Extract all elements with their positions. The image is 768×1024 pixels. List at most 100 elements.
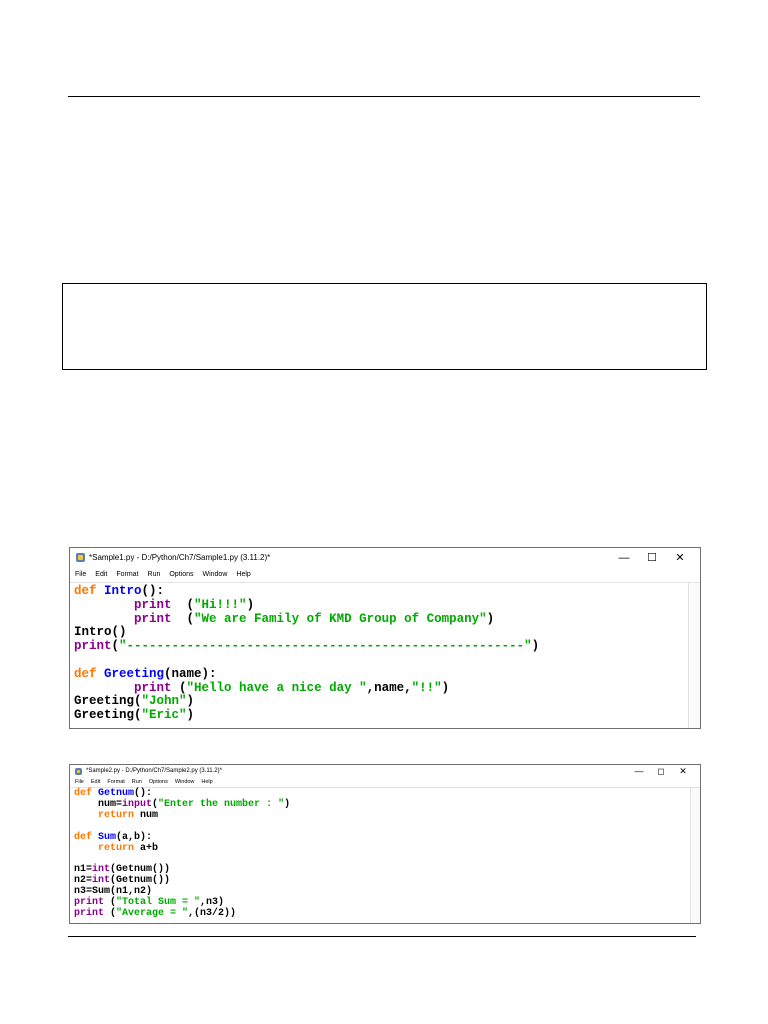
menu-bar: File Edit Format Run Options Window Help	[70, 777, 700, 787]
python-idle-icon	[75, 767, 82, 775]
menu-edit[interactable]: Edit	[95, 571, 107, 578]
code-token: n1=	[74, 864, 93, 876]
python-idle-icon	[76, 553, 85, 562]
code-token: num	[134, 809, 159, 821]
menu-options[interactable]: Options	[169, 571, 193, 578]
code-token: def	[74, 831, 99, 843]
code-token: n2=	[74, 875, 93, 887]
code-token: Intro()	[74, 625, 127, 640]
code-line: def Greeting(name):	[74, 666, 700, 682]
code-token: ,(n3/2))	[188, 907, 237, 919]
window-title: *Sample2.py - D:/Python/Ch7/Sample2.py (…	[86, 768, 222, 774]
code-token: )	[441, 680, 450, 695]
vertical-scrollbar[interactable]	[688, 583, 700, 728]
menu-file[interactable]: File	[75, 779, 84, 785]
code-line: return a+b	[74, 842, 700, 855]
code-line: n2=int(Getnum())	[74, 875, 700, 887]
code-token: input	[122, 798, 153, 810]
code-line: print("---------------------------------…	[74, 639, 700, 654]
menu-help[interactable]: Help	[236, 571, 250, 578]
close-icon[interactable]: ✕	[672, 766, 694, 777]
code-token: def	[74, 584, 105, 598]
code-token: Sum	[98, 831, 117, 843]
code-token: num=	[74, 798, 123, 810]
code-token: return	[98, 809, 135, 821]
menu-window[interactable]: Window	[175, 779, 195, 785]
code-token: (	[171, 611, 195, 626]
code-token: )	[246, 597, 255, 612]
code-token: "John"	[141, 694, 187, 709]
code-line: Greeting("Eric")	[74, 708, 700, 723]
maximize-icon[interactable]: ☐	[638, 551, 666, 564]
maximize-icon[interactable]: ◻	[650, 766, 672, 777]
code-token: print	[134, 597, 172, 612]
code-text: def Getnum(): num=input("Enter the numbe…	[70, 788, 700, 920]
code-token: (a,b):	[116, 831, 153, 843]
code-token: (Getnum())	[110, 875, 171, 887]
code-token: a+b	[134, 842, 159, 854]
code-token: ,n3)	[200, 897, 225, 909]
code-line: num=input("Enter the number : ")	[74, 798, 700, 811]
code-token: )	[186, 694, 195, 709]
bottom-rule	[68, 936, 696, 937]
code-line: print ("We are Family of KMD Group of Co…	[74, 611, 700, 627]
window-titlebar[interactable]: *Sample1.py - D:/Python/Ch7/Sample1.py (…	[70, 548, 700, 567]
minimize-icon[interactable]: —	[628, 766, 650, 776]
code-token: "Total Sum = "	[116, 897, 201, 909]
code-line: Greeting("John")	[74, 694, 700, 709]
code-line: def Sum(a,b):	[74, 831, 700, 844]
window-titlebar[interactable]: *Sample2.py - D:/Python/Ch7/Sample2.py (…	[70, 765, 700, 777]
menu-run[interactable]: Run	[148, 571, 161, 578]
window-controls: — ◻ ✕	[628, 765, 694, 777]
minimize-icon[interactable]: —	[610, 552, 638, 564]
code-line: print ("Hi!!!")	[74, 597, 700, 613]
menu-help[interactable]: Help	[201, 779, 212, 785]
menu-options[interactable]: Options	[149, 779, 168, 785]
menu-run[interactable]: Run	[132, 779, 142, 785]
code-token: Greeting	[104, 666, 165, 681]
code-token: (	[171, 680, 187, 695]
menu-window[interactable]: Window	[202, 571, 227, 578]
menu-file[interactable]: File	[75, 571, 86, 578]
code-token: "Eric"	[141, 708, 187, 723]
code-line: print ("Hello have a nice day ",name,"!!…	[74, 680, 700, 696]
code-token: ():	[141, 584, 165, 598]
code-line: return num	[74, 809, 700, 822]
code-token: (	[111, 639, 120, 654]
code-token: print	[74, 897, 105, 909]
menu-format[interactable]: Format	[107, 779, 124, 785]
menu-bar: File Edit Format Run Options Window Help	[70, 567, 700, 582]
code-token: (Getnum())	[110, 864, 171, 876]
close-icon[interactable]: ✕	[666, 551, 694, 564]
top-rule	[68, 96, 700, 97]
code-token: Getnum	[98, 788, 135, 799]
code-token: (	[104, 897, 117, 909]
code-text: def Intro(): print ("Hi!!!") print ("We …	[70, 583, 700, 723]
code-token: Intro	[104, 584, 142, 598]
vertical-scrollbar[interactable]	[690, 788, 700, 923]
menu-edit[interactable]: Edit	[91, 779, 100, 785]
code-editor[interactable]: def Getnum(): num=input("Enter the numbe…	[70, 787, 700, 923]
code-token: )	[186, 708, 195, 723]
code-line: ​	[74, 654, 700, 668]
code-token: "We are Family of KMD Group of Company"	[194, 611, 487, 626]
menu-format[interactable]: Format	[116, 571, 138, 578]
code-token: def	[74, 666, 105, 681]
code-editor[interactable]: def Intro(): print ("Hi!!!") print ("We …	[70, 582, 700, 728]
code-token: def	[74, 788, 99, 799]
window-title: *Sample1.py - D:/Python/Ch7/Sample1.py (…	[89, 553, 271, 562]
code-token: )	[486, 611, 495, 626]
code-line: ​	[74, 822, 700, 833]
code-token: "---------------------------------------…	[119, 639, 532, 654]
code-token: int	[92, 864, 111, 876]
code-token: )	[531, 639, 540, 654]
idle-editor-window-sample1: *Sample1.py - D:/Python/Ch7/Sample1.py (…	[69, 547, 701, 729]
empty-text-box	[62, 283, 707, 370]
code-line: def Intro():	[74, 584, 700, 599]
code-token: ,name,	[366, 680, 412, 695]
code-token: Greeting(	[74, 694, 142, 709]
